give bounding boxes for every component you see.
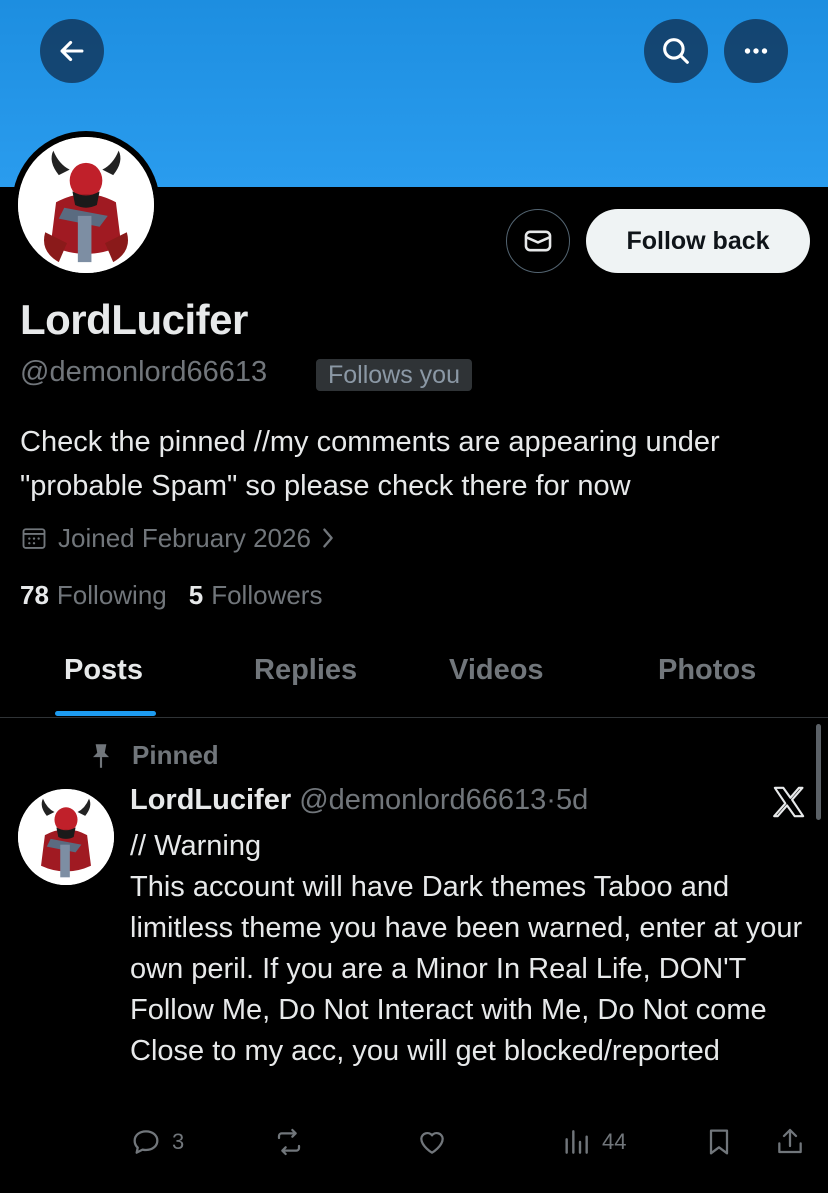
views-button[interactable]: 44	[560, 1126, 626, 1158]
heart-icon	[420, 1131, 444, 1154]
message-button[interactable]	[506, 209, 570, 273]
demon-avatar-image	[18, 789, 114, 885]
calendar-icon	[22, 528, 46, 549]
post-time[interactable]: 5d	[556, 784, 588, 816]
repost-button[interactable]	[273, 1126, 305, 1158]
post-author-avatar[interactable]	[18, 789, 114, 885]
pinned-label: Pinned	[132, 740, 219, 770]
following-label: Following	[56, 580, 167, 610]
back-button[interactable]	[40, 19, 104, 83]
profile-tabs: Posts Replies Videos Photos	[0, 640, 828, 718]
reply-count: 3	[172, 1129, 185, 1154]
share-button[interactable]	[774, 1126, 806, 1158]
active-tab-indicator	[55, 711, 156, 716]
tab-photos[interactable]: Photos	[658, 654, 756, 687]
joined-date-row[interactable]: Joined February 2026	[20, 520, 347, 556]
profile-avatar[interactable]	[12, 131, 160, 279]
bookmark-icon	[709, 1129, 729, 1155]
bookmark-button[interactable]	[703, 1126, 735, 1158]
followers-label: Followers	[211, 580, 323, 610]
tab-posts[interactable]: Posts	[64, 654, 143, 687]
post-header: LordLucifer @demonlord66613·5d	[130, 784, 588, 817]
pinned-label-row: Pinned	[88, 740, 219, 771]
follow-back-button[interactable]: Follow back	[586, 209, 810, 273]
views-count: 44	[602, 1129, 627, 1154]
search-icon	[663, 38, 689, 64]
post-author-handle[interactable]: @demonlord66613	[299, 784, 546, 816]
post-action-bar: 3 44	[0, 1126, 828, 1170]
envelope-icon	[524, 230, 552, 252]
reply-icon	[133, 1130, 159, 1154]
profile-handle: @demonlord66613	[20, 356, 268, 388]
more-horizontal-icon	[744, 48, 768, 54]
scrollbar[interactable]	[816, 724, 821, 820]
post-author-name[interactable]: LordLucifer	[130, 784, 291, 816]
search-button[interactable]	[644, 19, 708, 83]
following-count: 78	[20, 580, 49, 610]
reply-button[interactable]: 3	[130, 1126, 184, 1158]
followers-count: 5	[188, 580, 204, 610]
views-chart-icon	[565, 1130, 588, 1154]
like-button[interactable]	[416, 1126, 448, 1158]
more-button[interactable]	[724, 19, 788, 83]
x-logo-icon	[772, 786, 806, 823]
follows-you-badge: Follows you	[316, 359, 472, 391]
share-icon	[778, 1128, 802, 1154]
arrow-left-icon	[60, 40, 84, 62]
chevron-right-icon	[323, 528, 333, 548]
profile-bio: Check the pinned //my comments are appea…	[20, 426, 720, 502]
follow-stats: 78 Following 5 Followers	[20, 580, 344, 611]
demon-avatar-image	[18, 137, 154, 273]
post-separator: ·	[546, 784, 556, 816]
tab-videos[interactable]: Videos	[449, 654, 544, 687]
pin-icon	[92, 743, 110, 768]
repost-icon	[277, 1128, 301, 1156]
followers-stat[interactable]: 5 Followers	[189, 580, 323, 611]
post-body: // Warning This account will have Dark t…	[130, 830, 803, 1067]
joined-text: Joined February 2026	[58, 522, 311, 553]
profile-display-name: LordLucifer	[20, 296, 248, 343]
following-stat[interactable]: 78 Following	[20, 580, 167, 611]
tab-replies[interactable]: Replies	[254, 654, 357, 687]
